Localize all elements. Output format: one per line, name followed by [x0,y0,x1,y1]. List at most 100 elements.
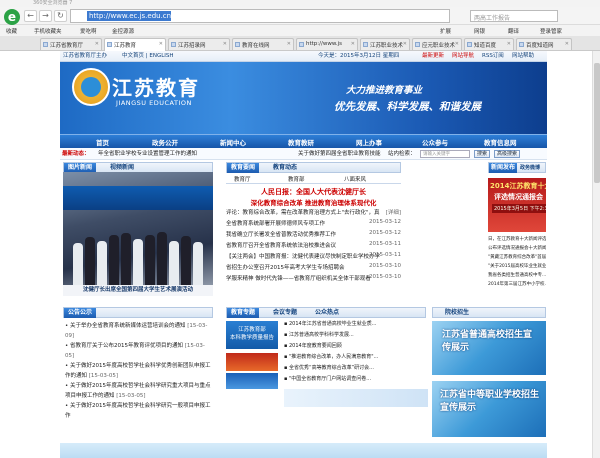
ext-item[interactable]: 扩展 [440,27,451,35]
list-item[interactable]: 日，在江苏教育十大新闻评选工作发布会，今年... [488,235,546,244]
page-scrollbar[interactable] [592,51,600,458]
ext-item[interactable]: 网银 [474,27,485,35]
list-item[interactable]: 【关注两会】中国教育报：沈健代表建议尽快制定职业学校办学 2015-03-11 [226,252,401,260]
list-item[interactable]: • 关于做好2015年度高校哲学社会科学优秀创新团队申报工作的通知 [15-03… [65,361,213,381]
latest-update-link[interactable]: 最新更新 [422,51,444,62]
topic-thumbnail-3[interactable] [226,373,278,389]
list-item[interactable]: ▪ 2014年度教育要闻回顾 [284,341,428,352]
browser-tab[interactable]: 江苏招录网 ✕ [168,38,230,50]
list-item[interactable]: "黄藏江苏教育综合改革"首届... [488,253,546,262]
list-item[interactable]: 全省教育系统部署开展师德师风专项工作 2015-03-12 [226,219,401,227]
fav-item[interactable]: 金控源源 [112,27,134,35]
browser-tab-active[interactable]: 江苏教育 ✕ [104,38,166,51]
subtab-ministry[interactable]: 教育部 [288,175,305,183]
list-item[interactable]: • 关于做好2015年度高校哲学社会科学研究重大项目与重点项目申报工作的通知 [… [65,381,213,401]
list-item[interactable]: 评论：教育综合改革，需在改革教育治理方式上"去行政化"，真 [详细] [226,208,401,216]
nav-gov-info[interactable]: 政务公开 [152,137,178,147]
press-conference-banner[interactable]: 2014江苏教育十大新闻 评选情况通报会 2015年3月5日 下午2:30 [488,178,546,232]
list-item[interactable]: 公布评选情况通报会十大新闻... [488,244,546,253]
ext-item[interactable]: 登录管家 [540,27,562,35]
list-item[interactable]: ▪ 2014年江苏省普通高校毕业生就业质... [284,319,428,330]
list-item[interactable]: 2014年第三届江苏中小学校... [488,280,546,289]
latest-news-link[interactable]: 年全省职业学校专业设置管理工作的通知 [98,148,197,160]
college-promo-banner[interactable]: 江苏省普通高校招生宣传展示 [432,321,546,375]
site-banner: 江苏教育 JIANGSU EDUCATION 大力推进教育事业 优先发展、科学发… [60,62,547,134]
tab-public-hot[interactable]: 公众热点 [315,308,339,318]
tab-edu-news[interactable]: 教育要闻 [227,163,260,173]
nav-home[interactable]: 首页 [96,137,109,147]
subtab-all-sides[interactable]: 八面来风 [344,175,366,183]
topic-banner[interactable] [284,389,428,407]
nav-research[interactable]: 教育教研 [288,137,314,147]
language-links[interactable]: 中文首页 | ENGLISH [122,51,174,62]
headline-1[interactable]: 人民日报：全国人大代表沈健厅长 [226,187,401,197]
refresh-button[interactable]: ↻ [54,10,67,22]
banner-line-1: 2014江苏教育十大新闻 [490,182,546,190]
nav-news[interactable]: 新闻中心 [220,137,246,147]
ext-item[interactable]: 翻译 [508,27,519,35]
scrollbar-thumb[interactable] [594,63,600,183]
tab-gov-weibo[interactable]: 政务微博 [520,163,540,173]
list-item[interactable]: 学服来精神 做时代先锋——省教育厅组织机关全体干部观看 2015-03-10 [226,274,401,282]
topic-thumbnail-2[interactable] [226,353,278,371]
latest-news-link[interactable]: 关于做好第四届全省职业教育技能 [298,148,381,160]
list-item[interactable]: • 关于做好2015年度高校哲学社会科学研究一般项目申报工作 [65,401,213,421]
browser-tab[interactable]: 知道百度 ✕ [464,38,514,50]
browser-tab[interactable]: 百度知道网 ✕ [516,38,572,50]
browser-logo-icon[interactable]: e [4,9,20,25]
fav-item[interactable]: 收藏 [6,27,17,35]
list-item[interactable]: ▪ "中国全省教育厅门户网站调查问卷... [284,374,428,385]
tab-meeting-topics[interactable]: 会议专题 [273,308,297,318]
site-search-button[interactable]: 搜索 [474,150,490,158]
photo-stage-banner [63,186,213,210]
fav-item[interactable]: 爱吃啊 [80,27,97,35]
list-item[interactable]: ▪ 全省优秀“高等教育综合改革”研讨会... [284,363,428,374]
help-link[interactable]: 网站帮助 [512,51,534,62]
list-item[interactable]: 省教育厅召开全省教育系统依法治校推进会议 2015-03-11 [226,241,401,249]
list-item[interactable]: 我省各类招生普通高校中专... [488,271,546,280]
tab-edu-topics[interactable]: 教育专题 [227,308,260,318]
browser-tab[interactable]: 教育在线网 ✕ [232,38,294,50]
window-title: 360安全浏览器 7 [33,0,73,6]
site-nav-link[interactable]: 网站导航 [452,51,474,62]
banner-slogan-2: 优先发展、科学发展、和谐发展 [334,101,481,113]
forward-button[interactable]: → [39,10,52,22]
favorites-bar: 收藏 手机收藏夹 爱吃啊 金控源源 扩展 网银 翻译 登录管家 [0,26,600,36]
browser-tab[interactable]: 江苏职业技术 ✕ [360,38,410,50]
headline-2[interactable]: 深化教育综合改革 推进教育治理体系现代化 [226,197,401,207]
back-button[interactable]: ← [24,10,37,22]
list-item[interactable]: 我省确立厅长署发全省普教活动优秀推荐工作 2015-03-12 [226,230,401,238]
topic-thumbnail[interactable]: 江苏教育部 本科教学质量报告 [226,321,278,349]
banner-slogan-1: 大力推进教育事业 [346,85,423,96]
press-box-header: 新闻发布 政务微博 [488,162,546,173]
browser-tab[interactable]: 应元职业技术 ✕ [412,38,462,50]
tab-announcements[interactable]: 公告公示 [64,308,97,318]
news-photo[interactable] [63,172,213,285]
tab-edu-dynamics[interactable]: 教育动态 [273,163,297,173]
vocational-promo-banner[interactable]: 江苏省中等职业学校招生宣传展示 [432,381,546,437]
tab-press-release[interactable]: 新闻发布 [489,163,518,173]
site-search-input[interactable]: 请输入关键字 [420,150,470,158]
fav-item[interactable]: 手机收藏夹 [34,27,62,35]
nav-info-network[interactable]: 教育信息网 [484,137,517,147]
nav-participation[interactable]: 公众参与 [422,137,448,147]
tab-college-admission[interactable]: 院校招生 [445,308,469,318]
address-bar[interactable]: http://www.ec.js.edu.cn/ [70,9,450,23]
list-item[interactable]: "关于2015届高校毕业生就业... [488,262,546,271]
news-subtabs: 教育厅 教育部 八面来风 [226,174,401,184]
latest-news-bar: 最新动态： 年全省职业学校专业设置管理工作的通知 关于做好第四届全省职业教育技能… [60,148,547,160]
list-item[interactable]: 省招生办公室召开2015年高考大学生专场招聘会 2015-03-10 [226,263,401,271]
photo-caption[interactable]: 沈健厅长出席全国第四届大学生艺术展演活动 [63,285,213,296]
page-margin-left [0,51,60,458]
list-item[interactable]: • 关于举办全省教育系统新媒体运营培训会的通知 [15-03-09] [65,321,213,341]
search-input[interactable]: 两高工作报告 [470,10,558,22]
nav-online-service[interactable]: 网上办事 [356,137,382,147]
browser-tab[interactable]: http://www.js ✕ [296,38,358,50]
list-item[interactable]: ▪ 江苏普通高校学科科学发展... [284,330,428,341]
subtab-department[interactable]: 教育厅 [234,175,251,183]
list-item[interactable]: • 省教育厅关于公布2015年教育评优项目的通知 [15-03-05] [65,341,213,361]
advanced-search-button[interactable]: 高级搜索 [494,150,520,158]
rss-link[interactable]: RSS订阅 [482,51,504,62]
browser-tab[interactable]: 江苏省教育厅 ✕ [40,38,102,50]
list-item[interactable]: ▪ "推进教育综合改革，办人民满意教育"... [284,352,428,363]
